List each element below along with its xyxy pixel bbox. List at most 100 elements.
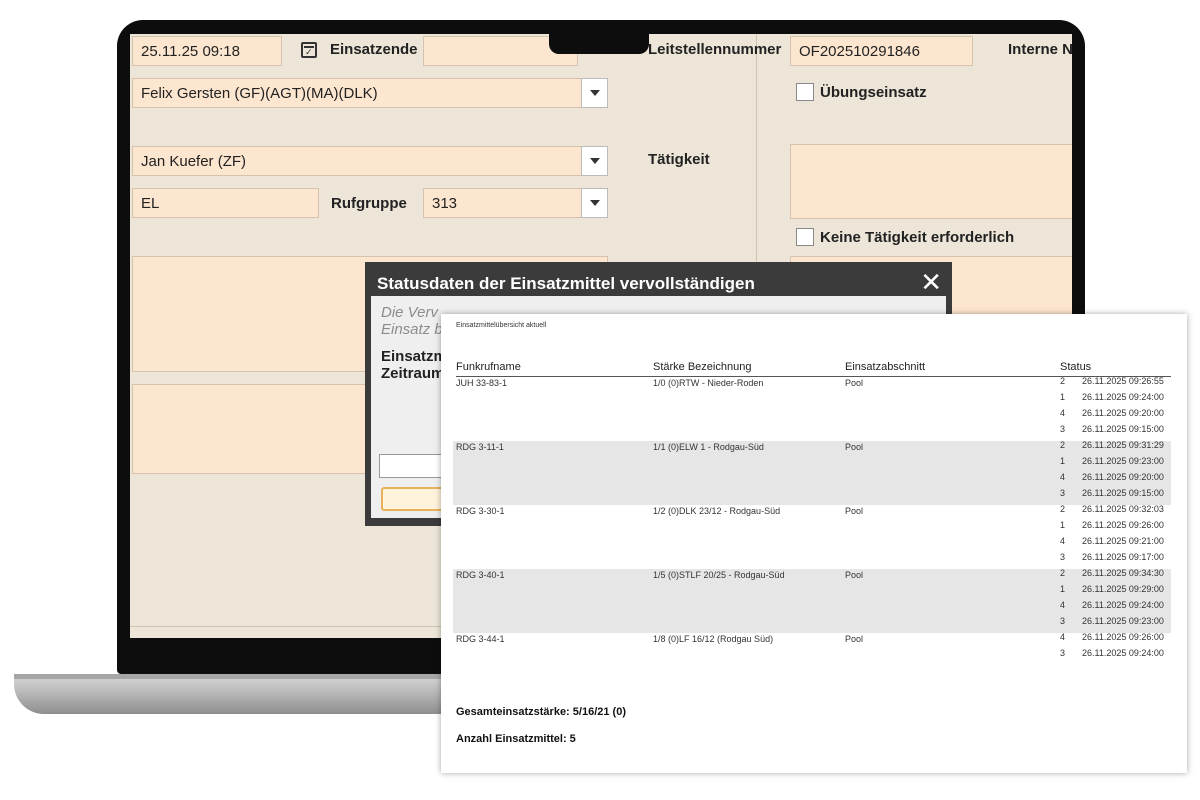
status-code: 4 bbox=[1060, 472, 1066, 482]
status-entry: 1 26.11.2025 09:23:00 bbox=[1060, 456, 1164, 466]
report-caption: Einsatzmittelübersicht aktuell bbox=[456, 322, 547, 329]
column-header-staerke: Stärke Bezeichnung bbox=[653, 361, 752, 373]
cell-staerke: 1/2 (0)DLK 23/12 - Rodgau-Süd bbox=[653, 506, 781, 516]
status-entry: 2 26.11.2025 09:32:03 bbox=[1060, 504, 1164, 514]
cell-funkrufname: RDG 3-11-1 bbox=[456, 442, 504, 452]
status-code: 4 bbox=[1060, 632, 1066, 642]
status-code: 3 bbox=[1060, 648, 1066, 658]
cell-einsatzabschnitt: Pool bbox=[845, 442, 864, 452]
dialog-hint-line-2: Einsatz b bbox=[381, 321, 443, 338]
cell-staerke: 1/5 (0)STLF 20/25 - Rodgau-Süd bbox=[653, 570, 785, 580]
cell-funkrufname: JUH 33-83-1 bbox=[456, 378, 508, 388]
column-header-einsatzabschnitt: Einsatzabschnitt bbox=[845, 361, 926, 373]
status-timestamp: 26.11.2025 09:24:00 bbox=[1082, 648, 1164, 658]
status-code: 2 bbox=[1060, 504, 1066, 514]
table-row: RDG 3-40-1 1/5 (0)STLF 20/25 - Rodgau-Süd… bbox=[453, 568, 1171, 633]
status-timestamp: 26.11.2025 09:23:00 bbox=[1082, 616, 1164, 626]
status-code: 1 bbox=[1060, 392, 1066, 402]
person2-select[interactable]: Jan Kuefer (ZF) bbox=[132, 146, 582, 176]
status-timestamp: 26.11.2025 09:32:03 bbox=[1082, 504, 1164, 514]
close-icon[interactable]: ✕ bbox=[920, 268, 942, 296]
status-timestamp: 26.11.2025 09:17:00 bbox=[1082, 552, 1164, 562]
status-entry: 1 26.11.2025 09:29:00 bbox=[1060, 584, 1164, 594]
chevron-down-icon bbox=[589, 158, 600, 164]
status-timestamp: 26.11.2025 09:29:00 bbox=[1082, 584, 1164, 594]
dialog-bold-line-1: Einsatzm bbox=[381, 348, 447, 365]
status-timestamp: 26.11.2025 09:24:00 bbox=[1082, 392, 1164, 402]
status-timestamp: 26.11.2025 09:26:55 bbox=[1082, 376, 1164, 386]
dialog-bold-line-2: Zeitraum bbox=[381, 365, 445, 382]
status-code: 2 bbox=[1060, 440, 1066, 450]
person1-select[interactable]: Felix Gersten (GF)(AGT)(MA)(DLK) bbox=[132, 78, 582, 108]
rufgruppe-select[interactable]: 313 bbox=[423, 188, 582, 218]
status-entry: 3 26.11.2025 09:15:00 bbox=[1060, 424, 1164, 434]
cell-funkrufname: RDG 3-30-1 bbox=[456, 506, 505, 516]
status-timestamp: 26.11.2025 09:23:00 bbox=[1082, 456, 1164, 466]
cell-einsatzabschnitt: Pool bbox=[845, 634, 864, 644]
table-row: JUH 33-83-1 1/0 (0)RTW - Nieder-Roden Pool… bbox=[453, 376, 1171, 441]
status-code: 1 bbox=[1060, 520, 1066, 530]
status-entry: 2 26.11.2025 09:34:30 bbox=[1060, 568, 1164, 578]
cell-staerke: 1/1 (0)ELW 1 - Rodgau-Süd bbox=[653, 442, 764, 452]
table-row: RDG 3-11-1 1/1 (0)ELW 1 - Rodgau-Süd Pool 2… bbox=[453, 440, 1171, 505]
leitstellennummer-field[interactable]: OF202510291846 bbox=[790, 36, 973, 66]
status-code: 4 bbox=[1060, 536, 1066, 546]
chevron-down-icon bbox=[589, 90, 600, 96]
cell-staerke: 1/8 (0)LF 16/12 (Rodgau Süd) bbox=[653, 634, 774, 644]
status-timestamp: 26.11.2025 09:31:29 bbox=[1082, 440, 1164, 450]
cell-einsatzabschnitt: Pool bbox=[845, 506, 864, 516]
cell-funkrufname: RDG 3-40-1 bbox=[456, 570, 505, 580]
status-timestamp: 26.11.2025 09:15:00 bbox=[1082, 424, 1164, 434]
leitstellennummer-label: Leitstellennummer bbox=[648, 41, 782, 58]
total-strength: Gesamteinsatzstärke: 5/16/21 (0) bbox=[456, 706, 626, 718]
einsatzende-label: Einsatzende bbox=[330, 41, 418, 58]
status-code: 3 bbox=[1060, 424, 1066, 434]
person2-dropdown-button[interactable] bbox=[581, 146, 608, 176]
table-row: RDG 3-30-1 1/2 (0)DLK 23/12 - Rodgau-Süd P… bbox=[453, 504, 1171, 569]
status-entry: 3 26.11.2025 09:24:00 bbox=[1060, 648, 1164, 658]
status-code: 1 bbox=[1060, 456, 1066, 466]
status-entry: 4 26.11.2025 09:26:00 bbox=[1060, 632, 1164, 642]
cell-funkrufname: RDG 3-44-1 bbox=[456, 634, 505, 644]
status-timestamp: 26.11.2025 09:20:00 bbox=[1082, 472, 1164, 482]
status-code: 1 bbox=[1060, 584, 1066, 594]
status-timestamp: 26.11.2025 09:21:00 bbox=[1082, 536, 1164, 546]
status-timestamp: 26.11.2025 09:20:00 bbox=[1082, 408, 1164, 418]
calendar-icon[interactable] bbox=[301, 42, 317, 58]
status-timestamp: 26.11.2025 09:26:00 bbox=[1082, 632, 1164, 642]
status-entry: 2 26.11.2025 09:26:55 bbox=[1060, 376, 1164, 386]
keine-taetigkeit-label: Keine Tätigkeit erforderlich bbox=[820, 229, 1015, 246]
status-entry: 2 26.11.2025 09:31:29 bbox=[1060, 440, 1164, 450]
camera-notch bbox=[549, 34, 649, 54]
total-units: Anzahl Einsatzmittel: 5 bbox=[456, 733, 576, 745]
taetigkeit-label: Tätigkeit bbox=[648, 151, 710, 168]
status-entry: 1 26.11.2025 09:26:00 bbox=[1060, 520, 1164, 530]
cell-einsatzabschnitt: Pool bbox=[845, 570, 864, 580]
status-code: 4 bbox=[1060, 408, 1066, 418]
el-field[interactable]: EL bbox=[132, 188, 319, 218]
person1-dropdown-button[interactable] bbox=[581, 78, 608, 108]
column-header-funkrufname: Funkrufname bbox=[456, 361, 521, 373]
dialog-bold-text: Einsatzm Zeitraum bbox=[381, 348, 447, 382]
dialog-hint-text: Die Verv Einsatz b bbox=[381, 304, 443, 338]
rufgruppe-label: Rufgruppe bbox=[331, 195, 407, 212]
status-entry: 4 26.11.2025 09:24:00 bbox=[1060, 600, 1164, 610]
uebungseinsatz-checkbox[interactable] bbox=[796, 83, 814, 101]
status-entry: 3 26.11.2025 09:23:00 bbox=[1060, 616, 1164, 626]
cell-staerke: 1/0 (0)RTW - Nieder-Roden bbox=[653, 378, 764, 388]
keine-taetigkeit-checkbox[interactable] bbox=[796, 228, 814, 246]
status-code: 3 bbox=[1060, 616, 1066, 626]
taetigkeit-textarea[interactable] bbox=[790, 144, 1072, 219]
status-entry: 3 26.11.2025 09:15:00 bbox=[1060, 488, 1164, 498]
einsatzmittel-report: Einsatzmittelübersicht aktuell Funkrufna… bbox=[441, 314, 1187, 773]
chevron-down-icon bbox=[589, 200, 600, 206]
status-timestamp: 26.11.2025 09:26:00 bbox=[1082, 520, 1164, 530]
rufgruppe-dropdown-button[interactable] bbox=[581, 188, 608, 218]
dialog-title: Statusdaten der Einsatzmittel vervollstä… bbox=[377, 274, 755, 293]
start-time-field[interactable]: 25.11.25 09:18 bbox=[132, 36, 282, 66]
cell-einsatzabschnitt: Pool bbox=[845, 378, 864, 388]
dialog-hint-line-1: Die Verv bbox=[381, 304, 438, 321]
status-timestamp: 26.11.2025 09:24:00 bbox=[1082, 600, 1164, 610]
interne-nummer-label: Interne N bbox=[1008, 41, 1072, 58]
status-entry: 4 26.11.2025 09:20:00 bbox=[1060, 408, 1164, 418]
